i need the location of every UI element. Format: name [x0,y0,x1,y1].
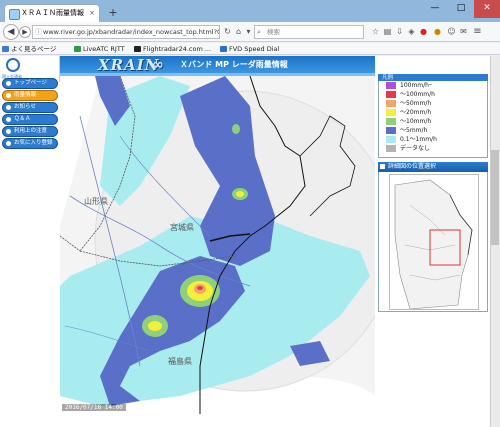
download-icon[interactable]: ⇩ [394,26,405,37]
bookmark-label: Flightradar24.com ... [143,45,212,53]
legend-item: 0.1～1mm/h [386,135,437,144]
sidebar-item-notes[interactable]: 利用上の注意 [2,126,58,137]
observation-timestamp: 2016/07/18 14:00 [62,404,126,411]
overview-map-graphic [390,175,478,309]
reading-list-icon[interactable]: ▤ [382,26,393,37]
legend-item: ～10mm/h [386,117,431,126]
bullet-icon [6,105,11,110]
url-text: www.river.go.jp/xbandradar/index_nowcast… [43,28,220,36]
bookmark-item-fvd[interactable]: FVD Speed Dial [220,43,279,55]
scrollbar-thumb[interactable] [491,150,499,245]
browser-tab[interactable]: ＸＲＡＩＮ雨量情報 × [4,4,100,22]
search-input[interactable]: ⌕ 検索 [254,25,364,39]
forward-button[interactable]: ▶ [19,26,31,38]
legend-label: 100mm/hｰ [400,82,432,89]
legend-label: 0.1～1mm/h [400,136,437,143]
bookmark-label: よく見るページ [11,45,57,53]
tab-title: ＸＲＡＩＮ雨量情報 [21,9,84,17]
bullet-icon [6,129,11,134]
pocket-icon[interactable]: ◈ [406,26,417,37]
sidebar-item-label: 雨量情報 [14,92,37,98]
radar-map[interactable] [60,76,375,414]
legend-item: ～100mm/h [386,90,435,99]
legend-swatch [386,136,396,143]
map-label-yamagata: 山形県 [84,197,108,206]
legend-header [378,74,488,81]
legend-swatch [386,82,396,89]
ministry-logo-icon[interactable] [6,58,20,72]
adblock-icon[interactable]: ● [418,26,429,37]
location-selector-map[interactable] [389,174,479,310]
sidebar-item-qa[interactable]: Ｑ＆Ａ [2,114,58,125]
sidebar-item-news[interactable]: お知らせ [2,102,58,113]
location-selector-title: 詳細図の位置選択 [388,163,437,170]
search-icon: ⌕ [257,28,261,36]
legend-item: ～20mm/h [386,108,431,117]
extension-icon[interactable]: ● [432,26,443,37]
bullet-icon [6,117,11,122]
legend-swatch [386,127,396,134]
location-selector-header: 詳細図の位置選択 [378,162,488,172]
legend-item: ～5mm/h [386,126,427,135]
bullet-icon [6,81,11,86]
legend-label: ～50mm/h [400,100,432,107]
bookmark-icon [2,46,9,52]
legend-item: 100mm/hｰ [386,81,432,90]
legend-label: ～20mm/h [400,109,432,116]
maximize-button[interactable]: □ [448,0,474,18]
minimize-button[interactable]: — [422,0,448,18]
radar-map-graphic [60,76,375,414]
bookmark-item-frequent[interactable]: よく見るページ [2,43,56,55]
bullet-icon [6,141,11,146]
map-label-fukushima: 福島県 [168,357,192,366]
bookmark-item-flightradar[interactable]: Flightradar24.com ... [134,43,211,55]
bookmark-icon [134,46,141,52]
back-button[interactable]: ◀ [3,24,19,40]
menu-icon[interactable]: ≡ [472,26,483,37]
close-window-button[interactable]: ✕ [474,0,500,18]
chat-icon[interactable]: ✉ [458,26,469,37]
legend-swatch [386,118,396,125]
bookmark-icon [220,46,227,52]
reload-icon[interactable]: ↻ [222,26,233,37]
legend-label: ～5mm/h [400,127,428,134]
sidebar-item-label: お知らせ [14,104,36,110]
info-icon: ⓘ [35,28,42,36]
bookmark-star-icon[interactable]: ☆ [370,26,381,37]
legend-item: ～50mm/h [386,99,431,108]
legend-swatch [386,109,396,116]
new-tab-button[interactable]: + [106,6,120,20]
sidebar-item-label: お気に入り登録 [14,140,53,146]
sidebar-item-label: トップページ [14,80,47,86]
legend-swatch [386,145,396,152]
bullet-icon [6,93,11,98]
legend-label: ～10mm/h [400,118,432,125]
legend-title: 凡例 [382,75,394,81]
brand-mark-icon: ∞ [152,57,164,73]
sidebar-item-rainfall[interactable]: 雨量情報 [2,90,58,101]
legend-item: データなし [386,144,430,153]
legend-label: データなし [400,145,431,152]
account-icon[interactable]: ☺ [446,26,457,37]
map-label-miyagi: 宮城県 [170,223,194,232]
sidebar-item-top-page[interactable]: トップページ [2,78,58,89]
favicon-icon [9,9,20,20]
page-title: Ｘバンド MP レーダ雨量情報 [180,60,288,69]
search-placeholder: 検索 [267,28,280,36]
address-bar[interactable]: ⓘ www.river.go.jp/xbandradar/index_nowca… [32,25,220,39]
legend-label: ～100mm/h [400,91,435,98]
bookmark-label: LiveATC RJTT [83,45,125,53]
sidebar-item-label: Ｑ＆Ａ [14,116,31,122]
bookmark-item-liveatc[interactable]: LiveATC RJTT [74,43,125,55]
sidebar-item-favorites[interactable]: お気に入り登録 [2,138,58,149]
dropdown-icon[interactable]: ▾ [243,26,254,37]
bookmark-icon [74,46,81,52]
sidebar-item-label: 利用上の注意 [14,128,48,134]
panel-bullet-icon [380,164,385,169]
close-tab-icon[interactable]: × [89,5,95,22]
legend-swatch [386,100,396,107]
legend-swatch [386,91,396,98]
bookmark-label: FVD Speed Dial [229,45,280,53]
brand-logo: XRAIN [98,56,160,74]
